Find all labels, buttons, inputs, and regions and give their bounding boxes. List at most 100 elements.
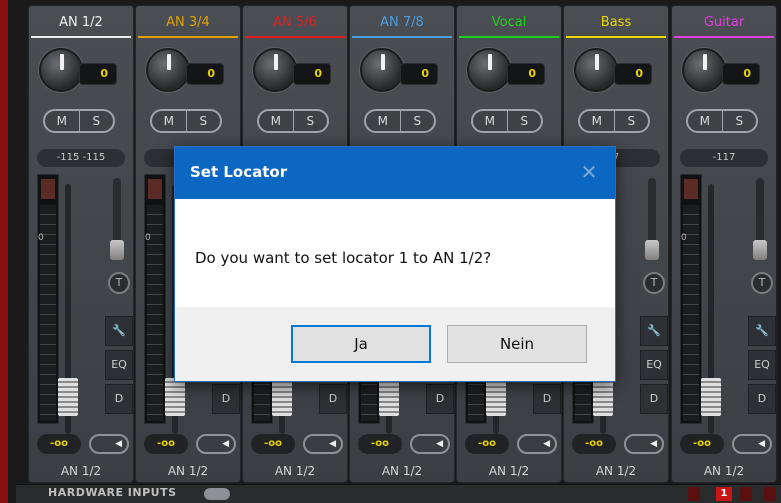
channel-name[interactable]: AN 3/4	[136, 10, 240, 36]
width-handle[interactable]	[645, 240, 659, 260]
scrollbar[interactable]	[204, 488, 230, 500]
routing-name[interactable]: AN 1/2	[29, 461, 133, 481]
width-handle[interactable]	[753, 240, 767, 260]
pan-control[interactable]: ◀	[303, 434, 343, 454]
volume-fader[interactable]	[58, 378, 78, 416]
solo-button[interactable]: S	[506, 111, 542, 131]
yes-button[interactable]: Ja	[291, 325, 431, 363]
mute-solo-group: MS	[471, 109, 543, 133]
pan-control[interactable]: ◀	[410, 434, 450, 454]
gain-knob[interactable]	[574, 48, 618, 92]
solo-button[interactable]: S	[613, 111, 649, 131]
volume-fader[interactable]	[701, 378, 721, 416]
dialog-message: Do you want to set locator 1 to AN 1/2?	[195, 249, 492, 267]
last-page-icon[interactable]	[764, 487, 776, 501]
mute-button[interactable]: M	[152, 111, 186, 131]
mute-button[interactable]: M	[45, 111, 79, 131]
page-indicator[interactable]: 1	[716, 487, 732, 501]
dialog-body: Do you want to set locator 1 to AN 1/2?	[175, 199, 615, 307]
solo-button[interactable]: S	[185, 111, 221, 131]
channel-name[interactable]: AN 5/6	[243, 10, 347, 36]
wrench-icon[interactable]: 🔧	[105, 316, 133, 346]
channel-strip: AN 1/2 0 M S -115 -115 0 T 🔧 EQ D -oo ◀ AN 1/2	[28, 5, 134, 483]
clip-indicator	[148, 179, 162, 199]
mute-button[interactable]: M	[688, 111, 722, 131]
mute-button[interactable]: M	[366, 111, 400, 131]
clip-indicator	[41, 179, 55, 199]
volume-fader[interactable]	[165, 378, 185, 416]
gain-knob[interactable]	[682, 48, 726, 92]
dynamics-button[interactable]: D	[748, 384, 776, 414]
channel-name[interactable]: Bass	[564, 10, 668, 36]
eq-button[interactable]: EQ	[748, 350, 776, 380]
mute-solo-group: MS	[364, 109, 436, 133]
routing-name[interactable]: AN 1/2	[457, 461, 561, 481]
no-button[interactable]: Nein	[447, 325, 587, 363]
fader-value: -oo	[465, 434, 509, 454]
prev-page-icon[interactable]	[688, 487, 700, 501]
mute-button[interactable]: M	[580, 111, 614, 131]
routing-name[interactable]: AN 1/2	[350, 461, 454, 481]
close-icon[interactable]: ✕	[573, 157, 605, 187]
routing-name[interactable]: AN 1/2	[564, 461, 668, 481]
talkback-button[interactable]: T	[643, 272, 665, 294]
pan-control[interactable]: ◀	[732, 434, 772, 454]
gain-knob[interactable]	[253, 48, 297, 92]
gain-value: 0	[293, 63, 331, 85]
volume-fader[interactable]	[272, 378, 292, 416]
talkback-button[interactable]: T	[751, 272, 773, 294]
solo-button[interactable]: S	[399, 111, 435, 131]
dynamics-button[interactable]: D	[426, 384, 454, 414]
fader-value: -oo	[251, 434, 295, 454]
routing-name[interactable]: AN 1/2	[672, 461, 776, 481]
channel-name[interactable]: AN 7/8	[350, 10, 454, 36]
wrench-icon[interactable]: 🔧	[640, 316, 668, 346]
gain-knob[interactable]	[146, 48, 190, 92]
channel-name[interactable]: AN 1/2	[29, 10, 133, 36]
hardware-inputs-label: HARDWARE INPUTS	[48, 486, 177, 499]
routing-name[interactable]: AN 1/2	[136, 461, 240, 481]
mute-button[interactable]: M	[259, 111, 293, 131]
wrench-icon[interactable]: 🔧	[748, 316, 776, 346]
dynamics-button[interactable]: D	[319, 384, 347, 414]
pan-control[interactable]: ◀	[89, 434, 129, 454]
set-locator-dialog: Set Locator ✕ Do you want to set locator…	[174, 146, 616, 382]
clip-indicator	[684, 179, 698, 199]
volume-fader[interactable]	[486, 378, 506, 416]
routing-name[interactable]: AN 1/2	[243, 461, 347, 481]
dynamics-button[interactable]: D	[212, 384, 240, 414]
gain-knob[interactable]	[467, 48, 511, 92]
pan-control[interactable]: ◀	[624, 434, 664, 454]
mute-solo-group: MS	[150, 109, 222, 133]
mute-button[interactable]: M	[473, 111, 507, 131]
channel-color-line	[245, 36, 345, 38]
gain-knob[interactable]	[360, 48, 404, 92]
fader-value: -oo	[144, 434, 188, 454]
talkback-button[interactable]: T	[108, 272, 130, 294]
volume-fader[interactable]	[379, 378, 399, 416]
channel-name[interactable]: Vocal	[457, 10, 561, 36]
gain-knob[interactable]	[39, 48, 83, 92]
dynamics-button[interactable]: D	[533, 384, 561, 414]
gain-value: 0	[722, 63, 760, 85]
eq-button[interactable]: EQ	[640, 350, 668, 380]
pan-control[interactable]: ◀	[517, 434, 557, 454]
gain-value: 0	[400, 63, 438, 85]
channel-color-line	[352, 36, 452, 38]
pan-control[interactable]: ◀	[196, 434, 236, 454]
next-page-icon[interactable]	[740, 487, 752, 501]
volume-fader[interactable]	[593, 378, 613, 416]
solo-button[interactable]: S	[78, 111, 114, 131]
channel-color-line	[459, 36, 559, 38]
channel-strip: Guitar 0 M S -117 0 T 🔧 EQ D -oo ◀ AN 1/2	[671, 5, 777, 483]
eq-button[interactable]: EQ	[105, 350, 133, 380]
channel-color-line	[31, 36, 131, 38]
mute-solo-group: MS	[257, 109, 329, 133]
channel-name[interactable]: Guitar	[672, 10, 776, 36]
solo-button[interactable]: S	[721, 111, 757, 131]
dynamics-button[interactable]: D	[640, 384, 668, 414]
mute-solo-group: MS	[43, 109, 115, 133]
dynamics-button[interactable]: D	[105, 384, 133, 414]
width-handle[interactable]	[110, 240, 124, 260]
solo-button[interactable]: S	[292, 111, 328, 131]
